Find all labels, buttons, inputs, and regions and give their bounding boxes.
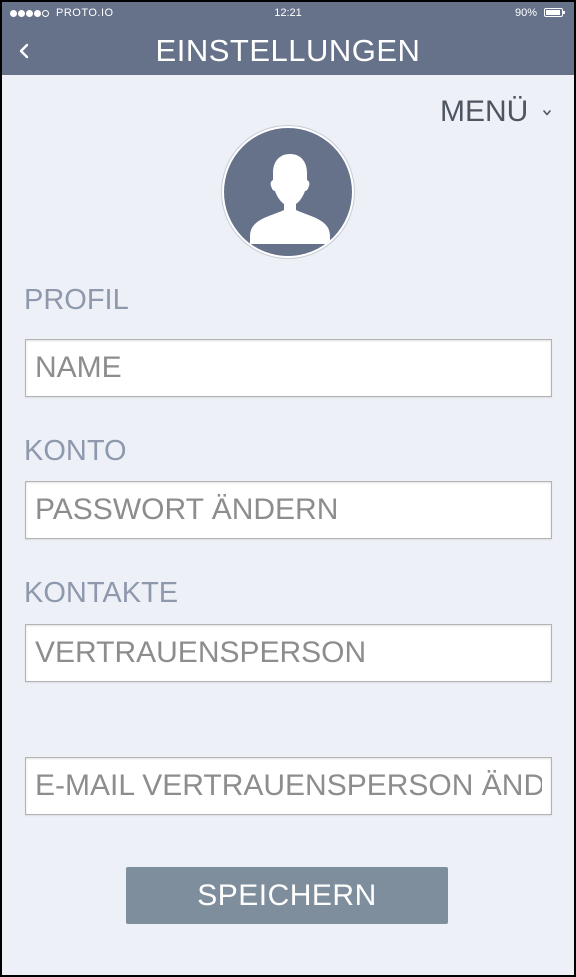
section-label-contacts: KONTAKTE — [24, 577, 179, 609]
trusted-person-input[interactable] — [25, 624, 552, 682]
section-label-profile: PROFIL — [24, 284, 129, 316]
section-label-account: KONTO — [24, 435, 127, 467]
user-silhouette-icon — [250, 154, 330, 244]
app-frame: PROTO.IO 12:21 90% EINSTELLUNGEN MENÜ PR… — [0, 0, 576, 977]
clock: 12:21 — [274, 7, 302, 19]
battery-level — [546, 10, 560, 15]
save-button[interactable]: SPEICHERN — [126, 867, 448, 924]
menu-label: MENÜ — [440, 95, 529, 128]
status-bar: PROTO.IO 12:21 90% — [2, 2, 574, 24]
avatar[interactable] — [222, 126, 354, 258]
page-title: EINSTELLUNGEN — [155, 33, 421, 68]
trusted-person-email-input[interactable] — [25, 757, 552, 815]
header-bar: PROTO.IO 12:21 90% EINSTELLUNGEN — [2, 2, 574, 75]
chevron-down-icon — [543, 110, 552, 116]
change-password-input[interactable] — [25, 481, 552, 539]
menu-dropdown[interactable]: MENÜ — [440, 95, 552, 129]
name-input[interactable] — [25, 339, 552, 397]
battery-icon — [544, 8, 565, 17]
battery-percentage: 90% — [515, 7, 538, 19]
